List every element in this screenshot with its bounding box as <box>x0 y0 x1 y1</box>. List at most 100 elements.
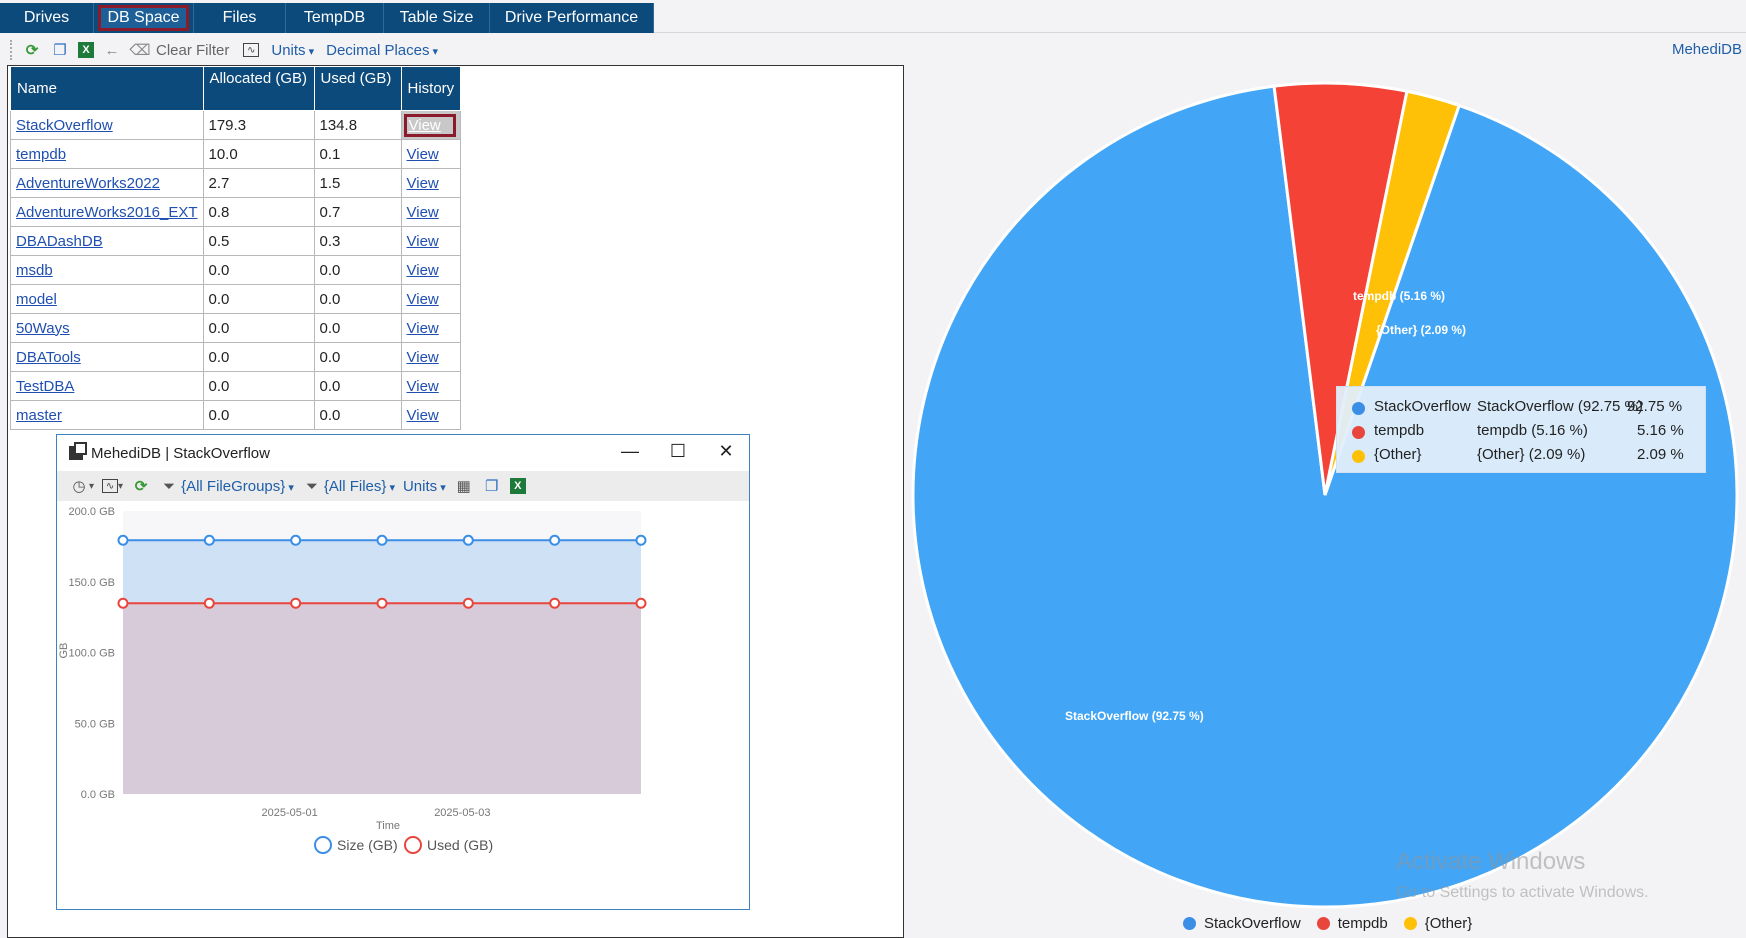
used-point[interactable] <box>117 597 129 609</box>
refresh-icon[interactable]: ⟳ <box>131 476 151 496</box>
tab-label: Table Size <box>399 9 474 26</box>
tab-files[interactable]: Files <box>194 3 286 33</box>
database-link[interactable]: msdb <box>16 262 53 279</box>
history-view-link[interactable]: View <box>407 233 439 250</box>
cell-name: msdb <box>10 255 204 285</box>
history-window-titlebar[interactable]: MehediDB | StackOverflow — ☐ ✕ <box>57 435 749 471</box>
database-link[interactable]: DBATools <box>16 349 81 366</box>
database-link[interactable]: 50Ways <box>16 320 70 337</box>
history-view-link[interactable]: View <box>407 320 439 337</box>
col-header-name[interactable]: Name <box>10 66 204 111</box>
excel-icon[interactable]: X <box>509 478 526 494</box>
decimal-places-dropdown[interactable]: Decimal Places <box>326 42 438 59</box>
used-point[interactable] <box>549 597 561 609</box>
size-point[interactable] <box>203 534 215 546</box>
tab-tempdb[interactable]: TempDB <box>286 3 384 33</box>
x-axis-label: Time <box>376 820 400 832</box>
database-link[interactable]: DBADashDB <box>16 233 103 250</box>
table-row: 50Ways 0.0 0.0 View <box>10 313 462 343</box>
legend-dot <box>1352 402 1365 415</box>
chart-icon[interactable]: ∿ <box>243 43 260 57</box>
legend-item-tempdb[interactable]: tempdb <box>1316 915 1388 932</box>
history-toolbar: ◷▾ ∿▾ ⟳ ⏷ {All FileGroups} ⏷ {All Files}… <box>57 471 749 501</box>
tab-table-size[interactable]: Table Size <box>384 3 490 33</box>
col-header-history[interactable]: History <box>400 66 462 111</box>
tooltip-pct: 5.16 % <box>1637 422 1684 439</box>
database-link[interactable]: AdventureWorks2022 <box>16 175 160 192</box>
database-link[interactable]: AdventureWorks2016_EXT <box>16 204 198 221</box>
used-point[interactable] <box>203 597 215 609</box>
copy-icon[interactable]: ❐ <box>482 476 502 496</box>
history-view-link[interactable]: View <box>407 291 439 308</box>
legend-size-label[interactable]: Size (GB) <box>337 837 398 853</box>
history-view-link[interactable]: View <box>407 262 439 279</box>
legend-size-marker[interactable] <box>314 836 332 854</box>
table-icon[interactable]: ▦ <box>454 476 474 496</box>
database-link[interactable]: StackOverflow <box>16 117 113 134</box>
units-dropdown[interactable]: Units <box>403 478 446 495</box>
y-tick-label: 50.0 GB <box>75 718 115 730</box>
col-header-allocated[interactable]: Allocated (GB) <box>202 66 315 111</box>
cell-history: View <box>400 400 462 430</box>
legend-used-label[interactable]: Used (GB) <box>427 837 493 853</box>
close-icon[interactable]: ✕ <box>703 441 749 465</box>
history-area-chart: 200.0 GB 150.0 GB 100.0 GB 50.0 GB 0.0 GB GB 2… <box>58 506 647 854</box>
col-header-used[interactable]: Used (GB) <box>313 66 402 111</box>
used-point[interactable] <box>376 597 388 609</box>
history-view-link[interactable]: View <box>407 175 439 192</box>
used-point[interactable] <box>290 597 302 609</box>
size-point[interactable] <box>290 534 302 546</box>
history-view-link[interactable]: View <box>403 113 456 137</box>
dropdown-caret: ▾ <box>118 480 124 492</box>
copy-icon[interactable]: ❐ <box>50 40 70 60</box>
size-point[interactable] <box>635 534 647 546</box>
database-link[interactable]: TestDBA <box>16 378 74 395</box>
cell-name: TestDBA <box>10 371 204 401</box>
minimize-icon[interactable]: — <box>607 441 653 465</box>
legend-dot <box>1352 450 1365 463</box>
legend-label: {Other} <box>1424 915 1473 932</box>
history-view-link[interactable]: View <box>407 378 439 395</box>
excel-icon[interactable]: X <box>78 42 94 58</box>
history-view-link[interactable]: View <box>407 349 439 366</box>
tab-drive-performance[interactable]: Drive Performance <box>490 3 654 33</box>
history-view-link[interactable]: View <box>407 146 439 163</box>
clear-filter-button[interactable]: Clear Filter <box>156 42 229 59</box>
clock-icon[interactable]: ◷ <box>69 476 89 496</box>
used-point[interactable] <box>462 597 474 609</box>
refresh-icon[interactable]: ⟳ <box>22 40 42 60</box>
pie-legend: StackOverflow tempdb {Other} <box>1183 915 1478 932</box>
size-point[interactable] <box>462 534 474 546</box>
cell-used: 134.8 <box>313 110 402 140</box>
maximize-icon[interactable]: ☐ <box>655 441 701 465</box>
size-point[interactable] <box>376 534 388 546</box>
tab-db-space[interactable]: DB Space <box>94 3 194 33</box>
tab-drives[interactable]: Drives <box>0 3 94 33</box>
database-link[interactable]: master <box>16 407 62 424</box>
chart-type-icon[interactable]: ∿ <box>102 479 119 493</box>
legend-item-stackoverflow[interactable]: StackOverflow <box>1183 915 1301 932</box>
cell-history: View <box>400 226 462 256</box>
filter-icon[interactable]: ⏷ <box>159 476 179 496</box>
size-point[interactable] <box>549 534 561 546</box>
files-dropdown[interactable]: {All Files} <box>324 478 395 495</box>
y-tick-label: 0.0 GB <box>81 789 115 801</box>
filegroups-dropdown[interactable]: {All FileGroups} <box>181 478 294 495</box>
size-point[interactable] <box>117 534 129 546</box>
eraser-icon[interactable]: ⌫ <box>129 40 150 60</box>
used-point[interactable] <box>635 597 647 609</box>
filter-icon[interactable]: ⏷ <box>302 476 322 496</box>
pie-slice-label: {Other} (2.09 %) <box>1376 323 1466 337</box>
cell-allocated: 179.3 <box>202 110 315 140</box>
back-arrow-icon[interactable]: ← <box>102 40 122 60</box>
legend-item-other[interactable]: {Other} <box>1403 915 1473 932</box>
legend-used-marker[interactable] <box>404 836 422 854</box>
tooltip-series: tempdb <box>1374 422 1425 439</box>
database-link[interactable]: model <box>16 291 57 308</box>
table-row: model 0.0 0.0 View <box>10 284 462 314</box>
history-view-link[interactable]: View <box>407 407 439 424</box>
units-dropdown[interactable]: Units <box>271 42 314 59</box>
database-link[interactable]: tempdb <box>16 146 66 163</box>
cell-history: View <box>400 255 462 285</box>
history-view-link[interactable]: View <box>407 204 439 221</box>
